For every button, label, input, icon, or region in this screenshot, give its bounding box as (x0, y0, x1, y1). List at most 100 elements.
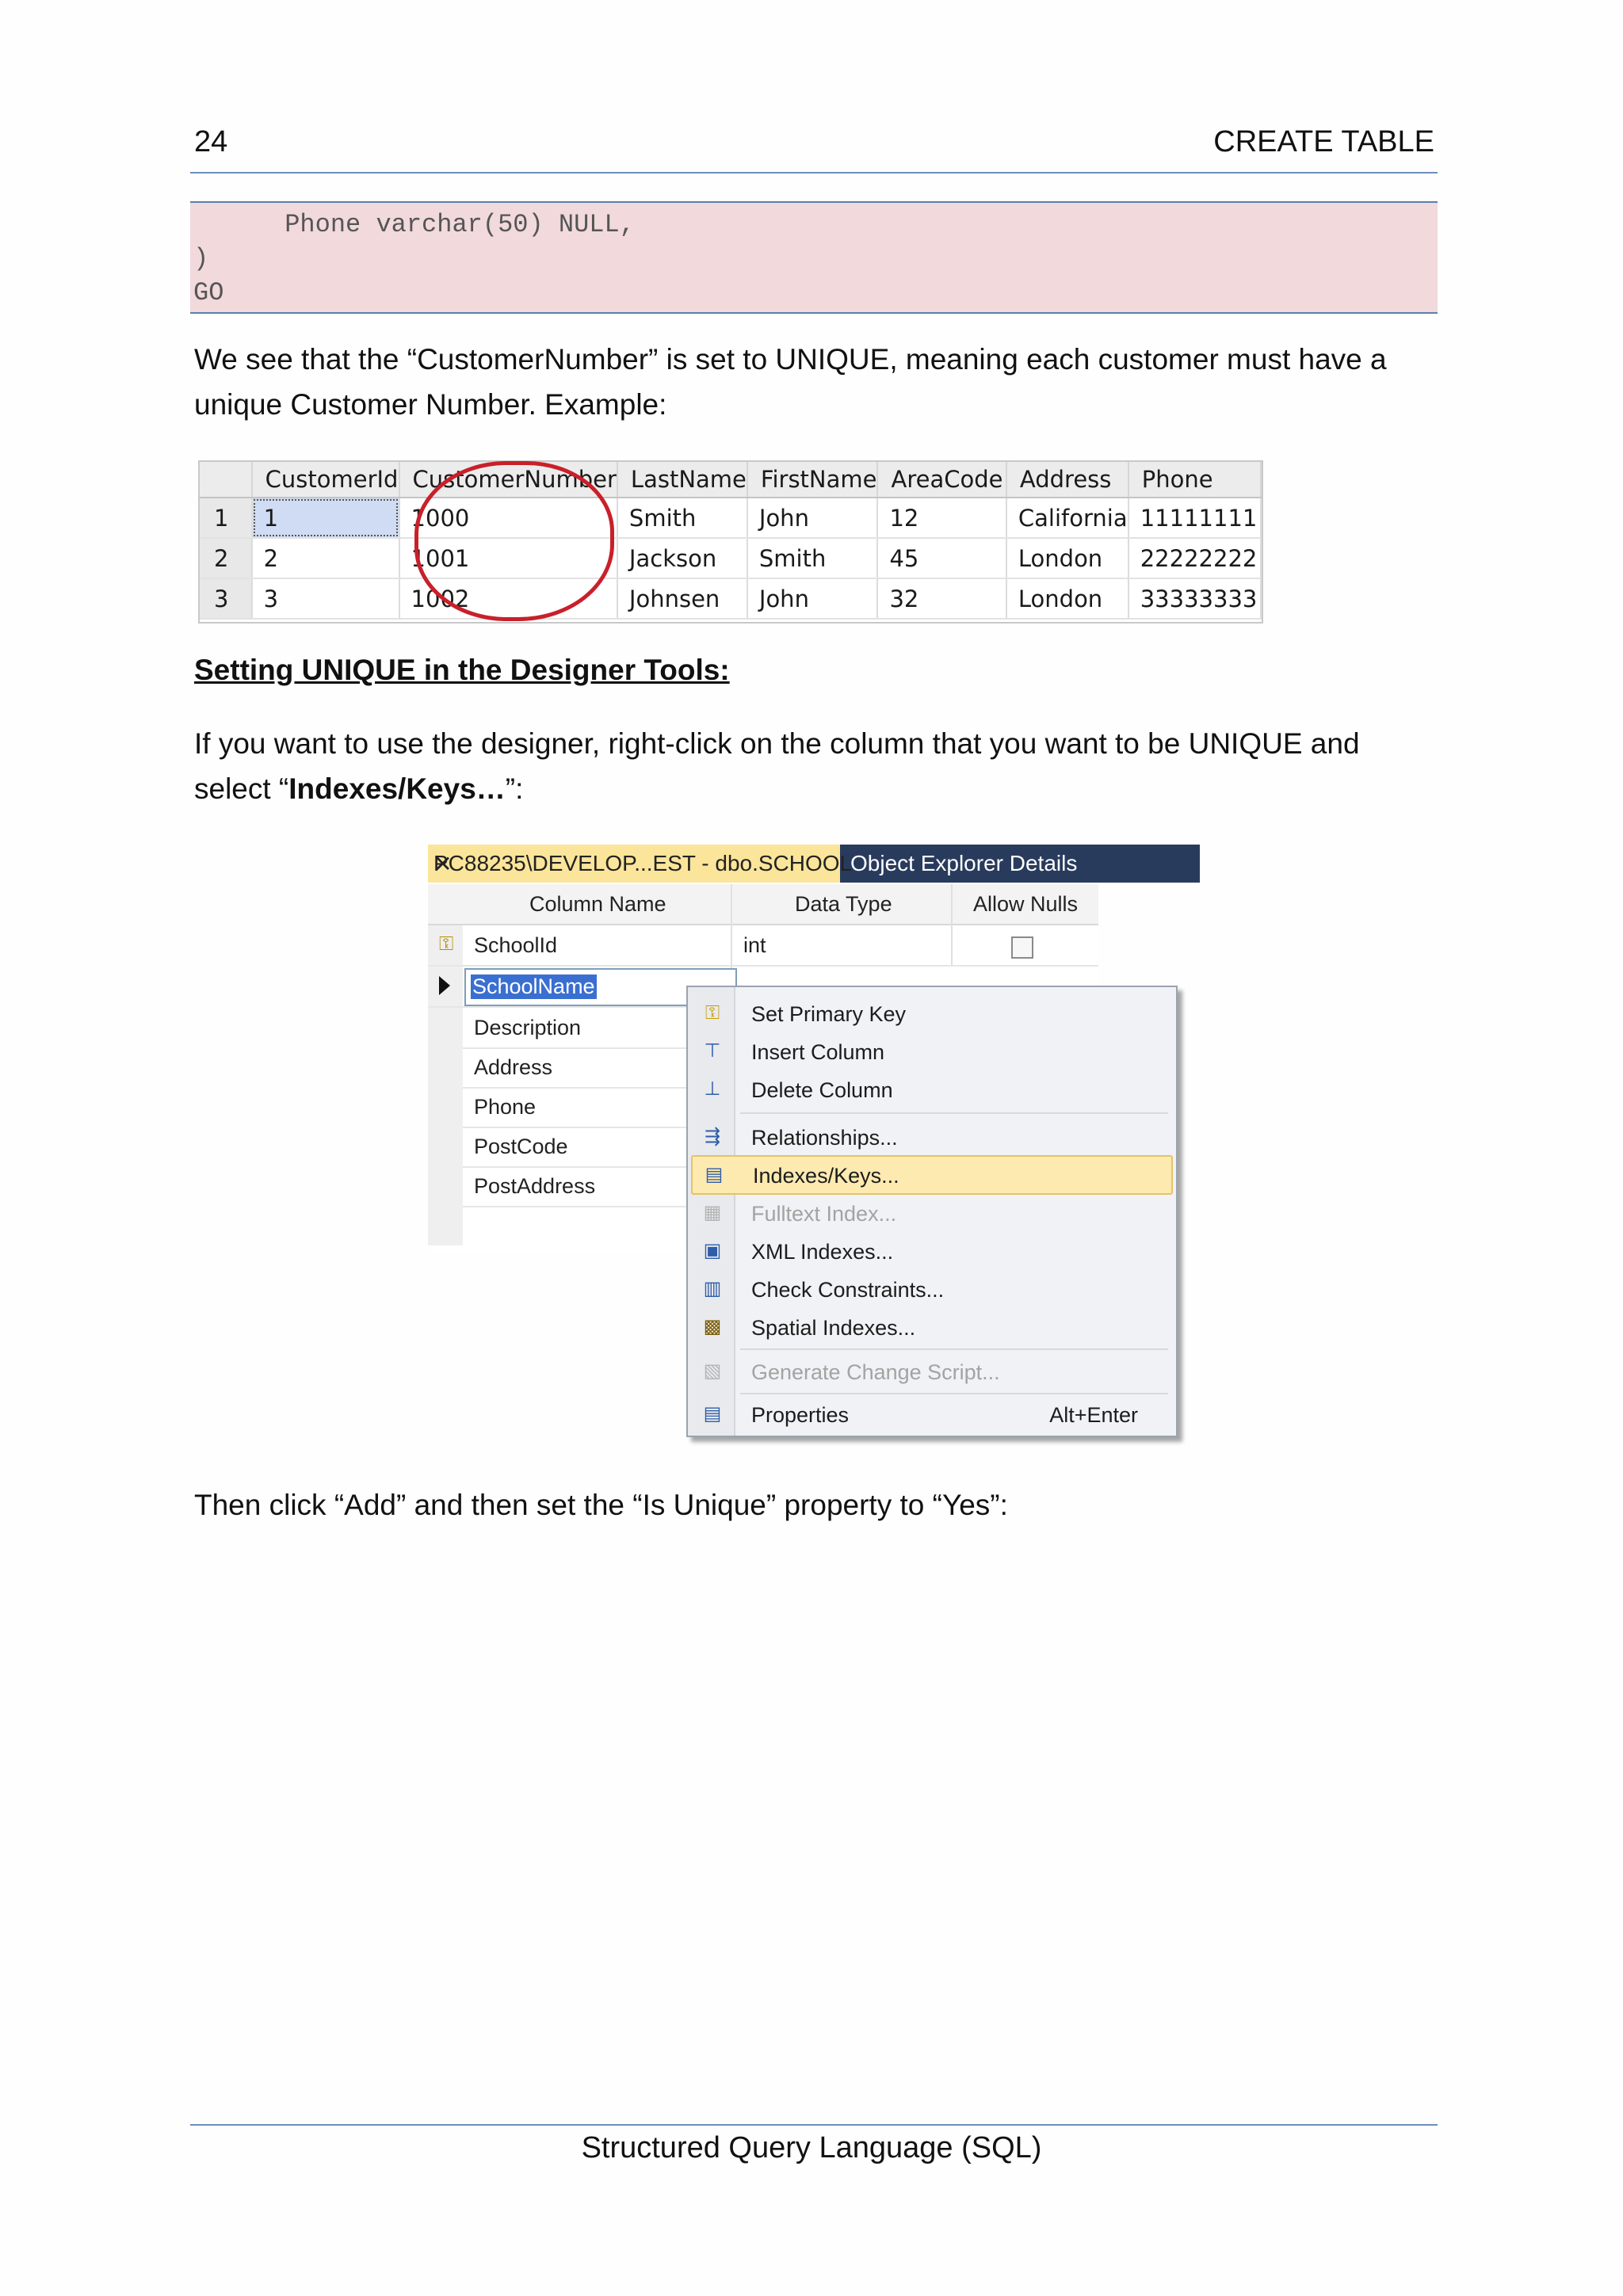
data-type-cell[interactable]: int (743, 933, 766, 958)
menu-item-xml-indexes[interactable]: ▣ XML Indexes... (688, 1233, 1176, 1269)
tab-label: PC88235\DEVELOP...EST - dbo.SCHOOL (433, 851, 853, 875)
col-header-customerid: CustomerId (251, 462, 400, 498)
highlight-circle (414, 461, 614, 621)
column-name-cell[interactable]: SchoolId (474, 933, 557, 958)
menu-item-spatial-indexes[interactable]: ▩ Spatial Indexes... (688, 1309, 1176, 1345)
menu-item-delete-column[interactable]: ⊥ Delete Column (688, 1071, 1176, 1108)
menu-item-insert-column[interactable]: ⊤ Insert Column (688, 1033, 1176, 1070)
delete-column-icon: ⊥ (704, 1078, 721, 1100)
cell-areacode: 45 (877, 538, 1007, 579)
col-header-phone: Phone (1128, 462, 1262, 498)
script-icon: ▧ (703, 1360, 722, 1382)
section-heading: Setting UNIQUE in the Designer Tools: (194, 654, 730, 686)
menu-item-label: Indexes/Keys... (753, 1164, 899, 1188)
header-rule (190, 172, 1438, 174)
cell-address: London (1006, 538, 1129, 579)
table-row: 3 3 1002 Johnsen John 32 London 33333333 (200, 578, 1262, 620)
menu-shortcut: Alt+Enter (1049, 1403, 1138, 1427)
menu-item-label: Fulltext Index... (751, 1202, 897, 1226)
cell-lastname: Jackson (617, 538, 748, 579)
menu-item-relationships[interactable]: ⇶ Relationships... (688, 1119, 1176, 1155)
menu-item-label: Spatial Indexes... (751, 1316, 916, 1340)
column-name-cell[interactable]: Description (474, 1016, 581, 1040)
cell-customerid: 2 (251, 538, 400, 579)
menu-separator (740, 1393, 1168, 1394)
cell-lastname: Johnsen (617, 578, 748, 620)
row-header-corner (200, 462, 253, 498)
customer-table-screenshot: CustomerId CustomerNumber LastName First… (198, 460, 1263, 624)
paragraph-add-unique: Then click “Add” and then set the “Is Un… (194, 1489, 1008, 1521)
menu-item-label: Generate Change Script... (751, 1360, 1000, 1384)
code-block: Phone varchar(50) NULL, ) GO (190, 201, 1438, 314)
section-title: CREATE TABLE (1213, 125, 1434, 158)
cell-address: California (1006, 498, 1129, 539)
designer-row[interactable]: ⚿ SchoolId int (428, 925, 1098, 967)
cell-firstname: John (747, 498, 879, 539)
menu-item-label: Set Primary Key (751, 1002, 907, 1026)
row-selector[interactable] (428, 1087, 463, 1127)
code-text: Phone varchar(50) NULL, ) GO (193, 210, 635, 307)
menu-item-label: Insert Column (751, 1040, 885, 1064)
selected-text: SchoolName (471, 974, 597, 999)
cell-areacode: 32 (877, 578, 1007, 620)
col-header-column-name: Column Name (529, 892, 666, 916)
menu-separator (740, 1112, 1168, 1114)
close-icon[interactable]: ✕ (433, 851, 452, 877)
menu-item-label: Delete Column (751, 1078, 893, 1102)
row-number: 1 (200, 498, 253, 539)
cell-address: London (1006, 578, 1129, 620)
paragraph-text: ”: (505, 772, 524, 805)
footer-title: Structured Query Language (SQL) (581, 2131, 1042, 2164)
xml-indexes-icon: ▣ (703, 1240, 722, 1261)
menu-item-set-primary-key[interactable]: ⚿ Set Primary Key (688, 995, 1176, 1032)
spatial-indexes-icon: ▩ (703, 1316, 722, 1337)
table-row: 1 1 1000 Smith John 12 California 111111… (200, 498, 1262, 539)
cell-phone: 33333333 (1128, 578, 1262, 620)
menu-item-fulltext-index[interactable]: ▦ Fulltext Index... (688, 1195, 1176, 1231)
row-number: 2 (200, 538, 253, 579)
cell-firstname: John (747, 578, 879, 620)
properties-icon: ▤ (703, 1403, 722, 1425)
menu-item-check-constraints[interactable]: ▥ Check Constraints... (688, 1271, 1176, 1307)
row-selector[interactable] (428, 1206, 463, 1245)
col-header-allow-nulls: Allow Nulls (973, 892, 1079, 916)
check-constraints-icon: ▥ (703, 1278, 722, 1299)
column-name-cell[interactable]: Phone (474, 1095, 536, 1119)
cell-customerid: 3 (251, 578, 400, 620)
tab-object-explorer-details[interactable]: Object Explorer Details (850, 851, 1077, 876)
page-number: 24 (194, 125, 228, 158)
column-name-cell[interactable]: PostAddress (474, 1174, 595, 1199)
row-selector[interactable] (428, 967, 463, 1006)
relationships-icon: ⇶ (704, 1126, 721, 1147)
row-selector[interactable] (428, 1127, 463, 1166)
fulltext-index-icon: ▦ (703, 1202, 722, 1223)
menu-item-generate-change-script[interactable]: ▧ Generate Change Script... (688, 1353, 1176, 1390)
table-row: 2 2 1001 Jackson Smith 45 London 2222222… (200, 538, 1262, 579)
row-selector[interactable]: ⚿ (428, 925, 463, 965)
col-header-firstname: FirstName (747, 462, 879, 498)
menu-item-properties[interactable]: ▤ Properties Alt+Enter (688, 1396, 1176, 1432)
cell-phone: 22222222 (1128, 538, 1262, 579)
row-selector[interactable] (428, 1008, 463, 1047)
col-header-address: Address (1006, 462, 1129, 498)
menu-item-indexes-keys[interactable]: ▤ Indexes/Keys... (691, 1155, 1173, 1195)
footer-rule (190, 2124, 1438, 2126)
bold-term: Indexes/Keys… (288, 772, 506, 805)
allow-nulls-checkbox[interactable] (1011, 936, 1033, 959)
col-header-data-type: Data Type (795, 892, 892, 916)
column-name-cell[interactable]: PostCode (474, 1135, 568, 1159)
column-name-cell[interactable]: Address (474, 1055, 552, 1080)
table-header-row: CustomerId CustomerNumber LastName First… (200, 462, 1262, 498)
key-icon: ⚿ (439, 933, 454, 955)
row-selector[interactable] (428, 1047, 463, 1087)
designer-header-row: Column Name Data Type Allow Nulls (428, 884, 1098, 925)
cell-phone: 11111111 (1128, 498, 1262, 539)
cell-customerid: 1 (251, 498, 400, 539)
menu-item-label: Properties (751, 1403, 850, 1427)
menu-separator (740, 1348, 1168, 1350)
row-selector[interactable] (428, 1166, 463, 1206)
key-icon: ⚿ (705, 1002, 720, 1024)
tab-dbo-school[interactable]: PC88235\DEVELOP...EST - dbo.SCHOOL ✕ (428, 845, 852, 883)
paragraph-unique-intro: We see that the “CustomerNumber” is set … (194, 343, 1387, 421)
menu-item-label: Check Constraints... (751, 1278, 945, 1302)
